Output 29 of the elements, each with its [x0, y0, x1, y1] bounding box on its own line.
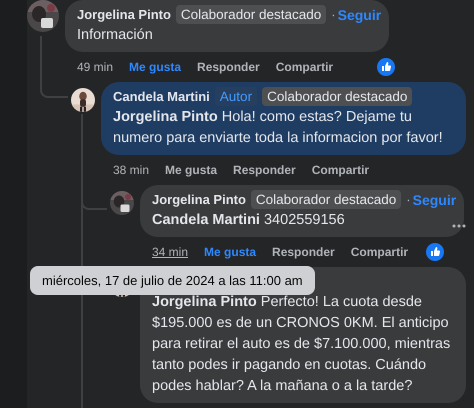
- comment-time[interactable]: 38 min: [113, 163, 150, 177]
- separator-dot: ·: [331, 7, 336, 22]
- reply-link[interactable]: Responder: [272, 245, 335, 259]
- author-badge: Autor: [214, 87, 258, 106]
- reply-link[interactable]: Responder: [197, 60, 260, 74]
- author-name[interactable]: Jorgelina Pinto: [77, 7, 171, 22]
- reply-link[interactable]: Responder: [233, 163, 296, 177]
- author-name[interactable]: Jorgelina Pinto: [152, 192, 246, 207]
- like-icon[interactable]: [426, 243, 444, 261]
- separator-dot: ·: [406, 192, 411, 207]
- like-link[interactable]: Me gusta: [129, 60, 182, 74]
- contributor-badge: Colaborador destacado: [250, 190, 402, 209]
- contributor-badge: Colaborador destacado: [262, 87, 412, 106]
- comment-text: Jorgelina Pinto Perfecto! La cuota desde $195.000 es de un CRONOS 0KM. El anticipo para retirar el auto es de $7.100.000, mientras tanto podes ir pagando en cuotas. Cuándo podes hablar? A la mañana o a la tarde?: [152, 293, 452, 396]
- comment-text: Jorgelina Pinto Hola! como estas? Dejame tu numero para enviarte toda la informacion por favor!: [113, 108, 444, 148]
- author-name[interactable]: Candela Martini: [113, 89, 210, 104]
- share-link[interactable]: Compartir: [350, 245, 408, 259]
- like-link[interactable]: Me gusta: [204, 245, 256, 259]
- share-link[interactable]: Compartir: [276, 60, 334, 74]
- share-link[interactable]: Compartir: [312, 163, 370, 177]
- comment-text: Candela Martini 3402559156: [152, 211, 346, 230]
- comment-time[interactable]: 34 min: [152, 245, 188, 259]
- contributor-badge: Colaborador destacado: [176, 5, 326, 24]
- more-icon[interactable]: [452, 224, 466, 228]
- comment-time[interactable]: 49 min: [77, 60, 114, 74]
- like-icon[interactable]: [377, 58, 396, 76]
- timestamp-tooltip: miércoles, 17 de julio de 2024 a las 11:00 am: [30, 266, 315, 295]
- like-link[interactable]: Me gusta: [165, 163, 218, 177]
- comment-text: Información: [77, 26, 154, 45]
